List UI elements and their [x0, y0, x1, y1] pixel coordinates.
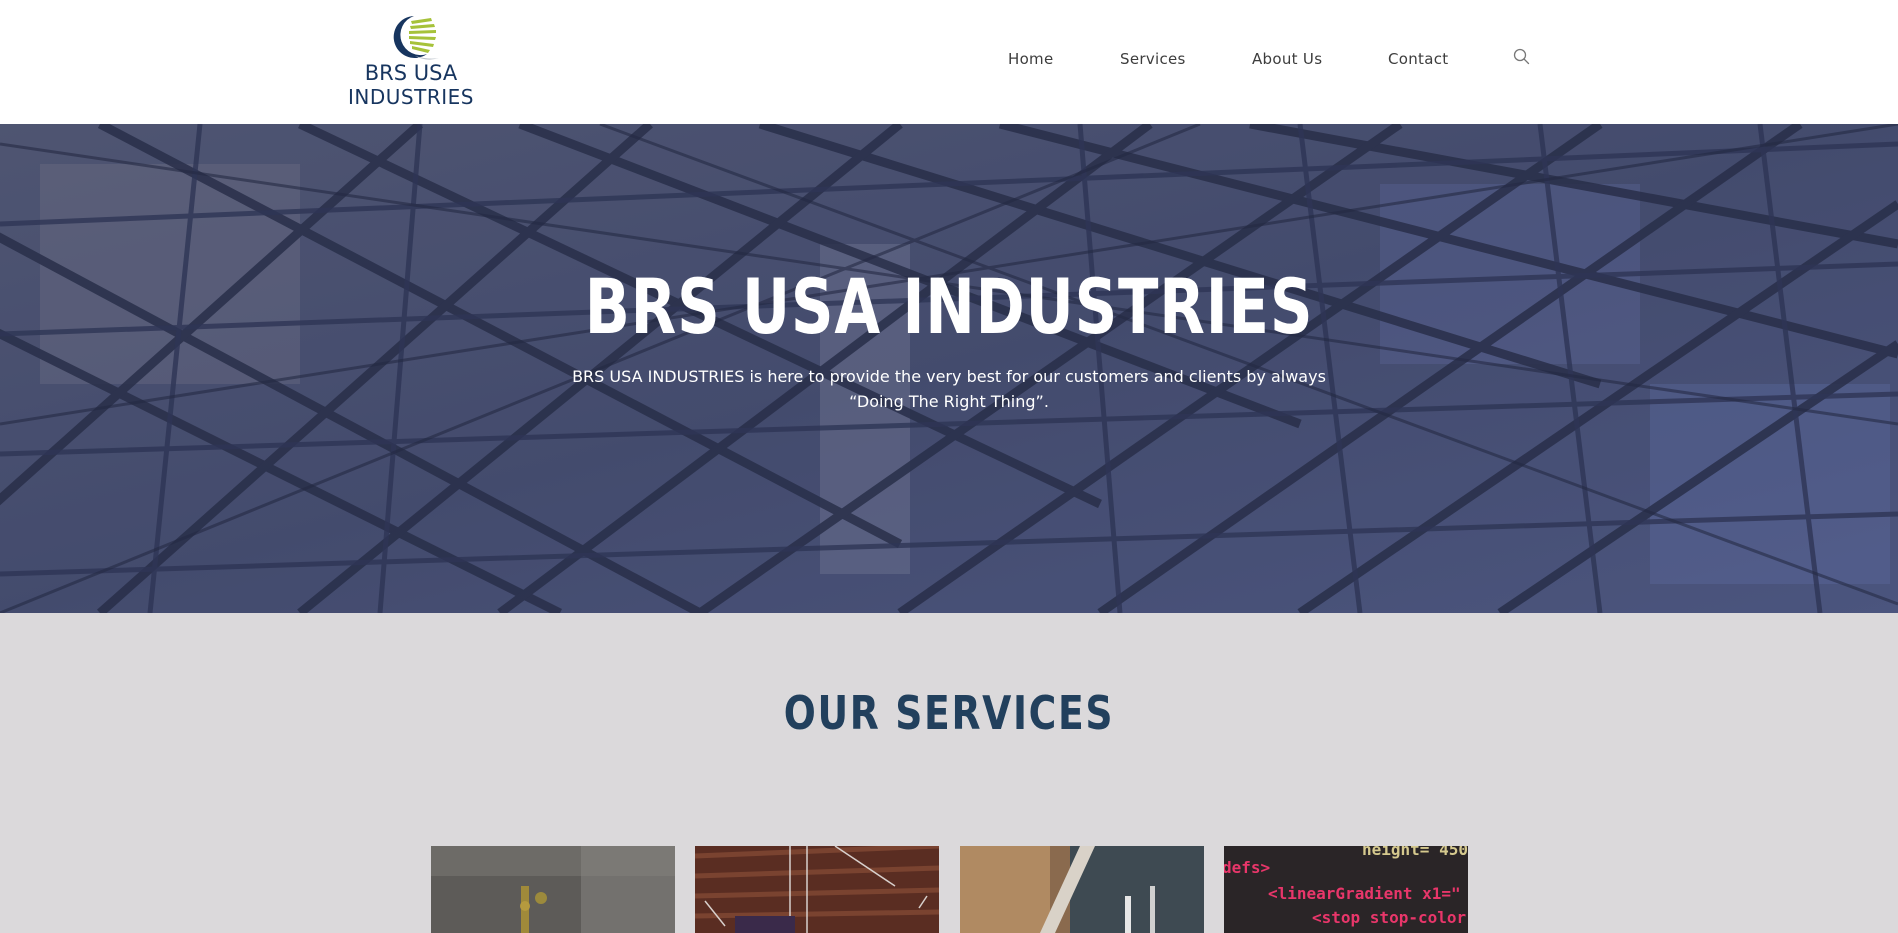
service-card-4[interactable]: height= 450 defs> <linearGradient x1=" <… [1224, 846, 1468, 933]
service-card-1-image [431, 846, 675, 933]
services-title: OUR SERVICES [783, 686, 1115, 740]
logo-text-line2: INDUSTRIES [348, 85, 474, 109]
service-card-2[interactable] [695, 846, 939, 933]
main-nav: Home Services About Us Contact [0, 48, 1898, 72]
service-card-3-image [960, 846, 1204, 933]
search-icon [1513, 48, 1530, 65]
nav-home[interactable]: Home [1008, 48, 1054, 70]
nav-about-us[interactable]: About Us [1252, 48, 1322, 70]
search-button[interactable] [1512, 47, 1532, 67]
code-line-3: <linearGradient x1=" [1268, 884, 1461, 903]
hero-description: BRS USA INDUSTRIES is here to provide th… [572, 367, 1326, 411]
site-header: BRS USA INDUSTRIES Home Services About U… [0, 0, 1898, 124]
service-card-2-image [695, 846, 939, 933]
code-line-1: height= 450 [1362, 846, 1468, 859]
code-line-4: <stop stop-color [1312, 908, 1467, 927]
hero-section: BRS USA INDUSTRIES BRS USA INDUSTRIES is… [0, 124, 1898, 613]
service-card-3[interactable] [960, 846, 1204, 933]
code-line-2: defs> [1224, 858, 1271, 877]
nav-services[interactable]: Services [1120, 48, 1186, 70]
services-section: OUR SERVICES height= 450 defs> <linearGr… [0, 613, 1898, 933]
nav-contact[interactable]: Contact [1388, 48, 1448, 70]
service-card-1[interactable] [431, 846, 675, 933]
hero-title: BRS USA INDUSTRIES [584, 262, 1314, 351]
